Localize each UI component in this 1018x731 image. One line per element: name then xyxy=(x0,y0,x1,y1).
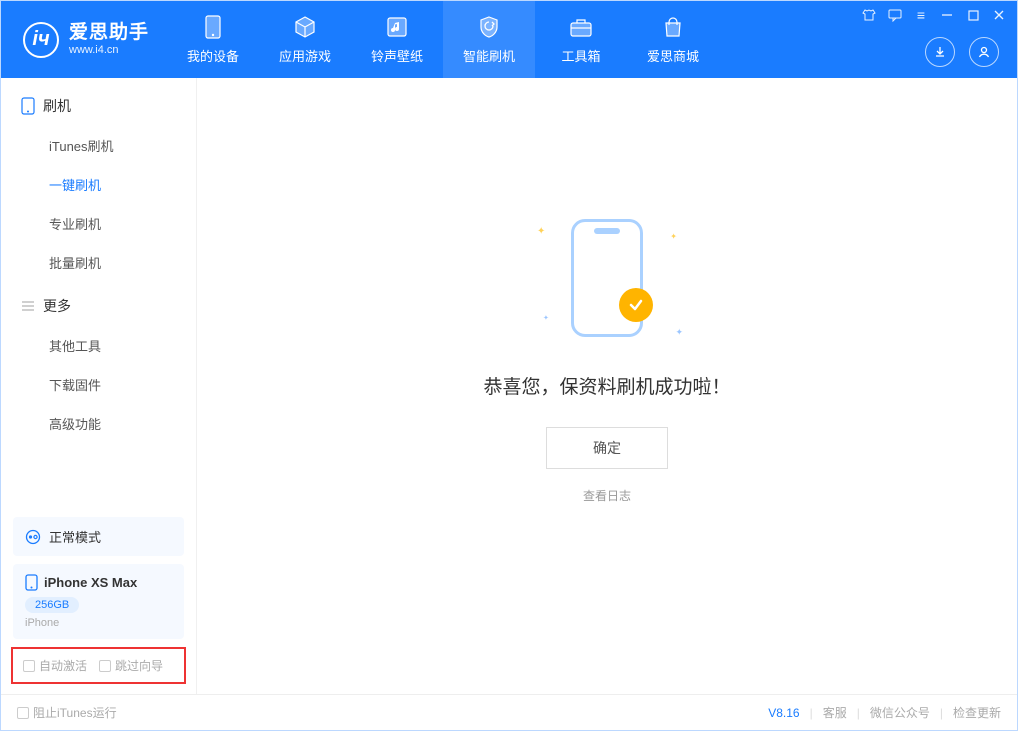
download-button[interactable] xyxy=(925,37,955,67)
checkbox-block-itunes[interactable]: 阻止iTunes运行 xyxy=(17,704,117,721)
close-button[interactable] xyxy=(991,7,1007,23)
link-update[interactable]: 检查更新 xyxy=(953,704,1001,721)
skin-icon[interactable] xyxy=(861,7,877,23)
separator: | xyxy=(940,706,943,720)
tab-toolbox[interactable]: 工具箱 xyxy=(535,1,627,78)
sidebar-item-batch-flash[interactable]: 批量刷机 xyxy=(1,243,196,282)
checkbox-icon xyxy=(99,660,111,672)
user-button[interactable] xyxy=(969,37,999,67)
phone-icon xyxy=(21,97,35,115)
sparkle-icon: ✦ xyxy=(543,314,549,322)
tab-store[interactable]: 爱思商城 xyxy=(627,1,719,78)
window-controls: ≡ xyxy=(861,7,1007,23)
feedback-icon[interactable] xyxy=(887,7,903,23)
separator: | xyxy=(857,706,860,720)
footer-right: V8.16 | 客服 | 微信公众号 | 检查更新 xyxy=(768,704,1001,721)
footer: 阻止iTunes运行 V8.16 | 客服 | 微信公众号 | 检查更新 xyxy=(1,694,1017,730)
mode-label: 正常模式 xyxy=(49,527,101,546)
checkbox-label: 自动激活 xyxy=(39,657,87,674)
content: ✦ ✦ ✦ ✦ 恭喜您，保资料刷机成功啦！ 确定 查看日志 xyxy=(197,78,1017,694)
tab-label: 智能刷机 xyxy=(463,46,515,65)
checkbox-icon xyxy=(17,707,29,719)
checkbox-auto-activate[interactable]: 自动激活 xyxy=(23,657,87,674)
device-storage: 256GB xyxy=(25,597,79,613)
maximize-button[interactable] xyxy=(965,7,981,23)
sidebar-item-itunes-flash[interactable]: iTunes刷机 xyxy=(1,126,196,165)
tab-label: 应用游戏 xyxy=(279,46,331,65)
sidebar-bottom: 正常模式 iPhone XS Max 256GB iPhone 自动激活 跳过向… xyxy=(1,509,196,694)
tab-ringtone[interactable]: 铃声壁纸 xyxy=(351,1,443,78)
tab-my-device[interactable]: 我的设备 xyxy=(167,1,259,78)
ok-button[interactable]: 确定 xyxy=(546,427,668,469)
minimize-button[interactable] xyxy=(939,7,955,23)
sidebar-item-advanced[interactable]: 高级功能 xyxy=(1,404,196,443)
device-name: iPhone XS Max xyxy=(44,575,137,590)
cube-icon xyxy=(292,14,318,40)
logo-icon: iч xyxy=(23,22,59,58)
phone-icon xyxy=(25,574,38,591)
link-support[interactable]: 客服 xyxy=(823,704,847,721)
app-name: 爱思助手 xyxy=(69,22,149,45)
sparkle-icon: ✦ xyxy=(675,327,683,338)
device-box[interactable]: iPhone XS Max 256GB iPhone xyxy=(13,564,184,639)
device-name-row: iPhone XS Max xyxy=(25,574,172,591)
separator: | xyxy=(810,706,813,720)
shield-icon xyxy=(476,14,502,40)
link-wechat[interactable]: 微信公众号 xyxy=(870,704,930,721)
sidebar-item-download-firmware[interactable]: 下载固件 xyxy=(1,365,196,404)
version-label[interactable]: V8.16 xyxy=(768,706,799,720)
checkbox-label: 跳过向导 xyxy=(115,657,163,674)
sparkle-icon: ✦ xyxy=(670,232,677,241)
tab-label: 铃声壁纸 xyxy=(371,46,423,65)
sparkle-icon: ✦ xyxy=(537,226,545,237)
phone-icon xyxy=(200,14,226,40)
tab-label: 爱思商城 xyxy=(647,46,699,65)
section-title: 更多 xyxy=(43,296,71,316)
sidebar-item-oneclick-flash[interactable]: 一键刷机 xyxy=(1,165,196,204)
app-domain: www.i4.cn xyxy=(69,44,149,57)
tab-apps[interactable]: 应用游戏 xyxy=(259,1,351,78)
mode-box[interactable]: 正常模式 xyxy=(13,517,184,556)
sidebar-item-pro-flash[interactable]: 专业刷机 xyxy=(1,204,196,243)
toolbox-icon xyxy=(568,14,594,40)
tab-label: 我的设备 xyxy=(187,46,239,65)
success-illustration: ✦ ✦ ✦ ✦ xyxy=(517,208,697,348)
sidebar: 刷机 iTunes刷机 一键刷机 专业刷机 批量刷机 更多 其他工具 下载固件 … xyxy=(1,78,197,694)
tab-flash[interactable]: 智能刷机 xyxy=(443,1,535,78)
tab-label: 工具箱 xyxy=(562,46,601,65)
mode-icon xyxy=(25,529,41,545)
header-actions xyxy=(925,37,999,67)
main: 刷机 iTunes刷机 一键刷机 专业刷机 批量刷机 更多 其他工具 下载固件 … xyxy=(1,78,1017,694)
logo[interactable]: iч 爱思助手 www.i4.cn xyxy=(1,1,167,78)
list-icon xyxy=(21,299,35,313)
music-icon xyxy=(384,14,410,40)
header: iч 爱思助手 www.i4.cn 我的设备 应用游戏 铃声壁纸 智能刷机 工具… xyxy=(1,1,1017,78)
menu-icon[interactable]: ≡ xyxy=(913,7,929,23)
device-type: iPhone xyxy=(25,617,172,629)
sidebar-item-other-tools[interactable]: 其他工具 xyxy=(1,326,196,365)
checkbox-skip-guide[interactable]: 跳过向导 xyxy=(99,657,163,674)
checkbox-label: 阻止iTunes运行 xyxy=(33,704,117,721)
sidebar-section-more: 更多 xyxy=(1,296,196,326)
view-log-link[interactable]: 查看日志 xyxy=(583,487,631,504)
check-badge-icon xyxy=(619,288,653,322)
logo-text: 爱思助手 www.i4.cn xyxy=(69,22,149,58)
sidebar-section-flash: 刷机 xyxy=(1,96,196,126)
section-title: 刷机 xyxy=(43,96,71,116)
success-message: 恭喜您，保资料刷机成功啦！ xyxy=(483,372,730,399)
checkbox-icon xyxy=(23,660,35,672)
options-row: 自动激活 跳过向导 xyxy=(11,647,186,684)
bag-icon xyxy=(660,14,686,40)
